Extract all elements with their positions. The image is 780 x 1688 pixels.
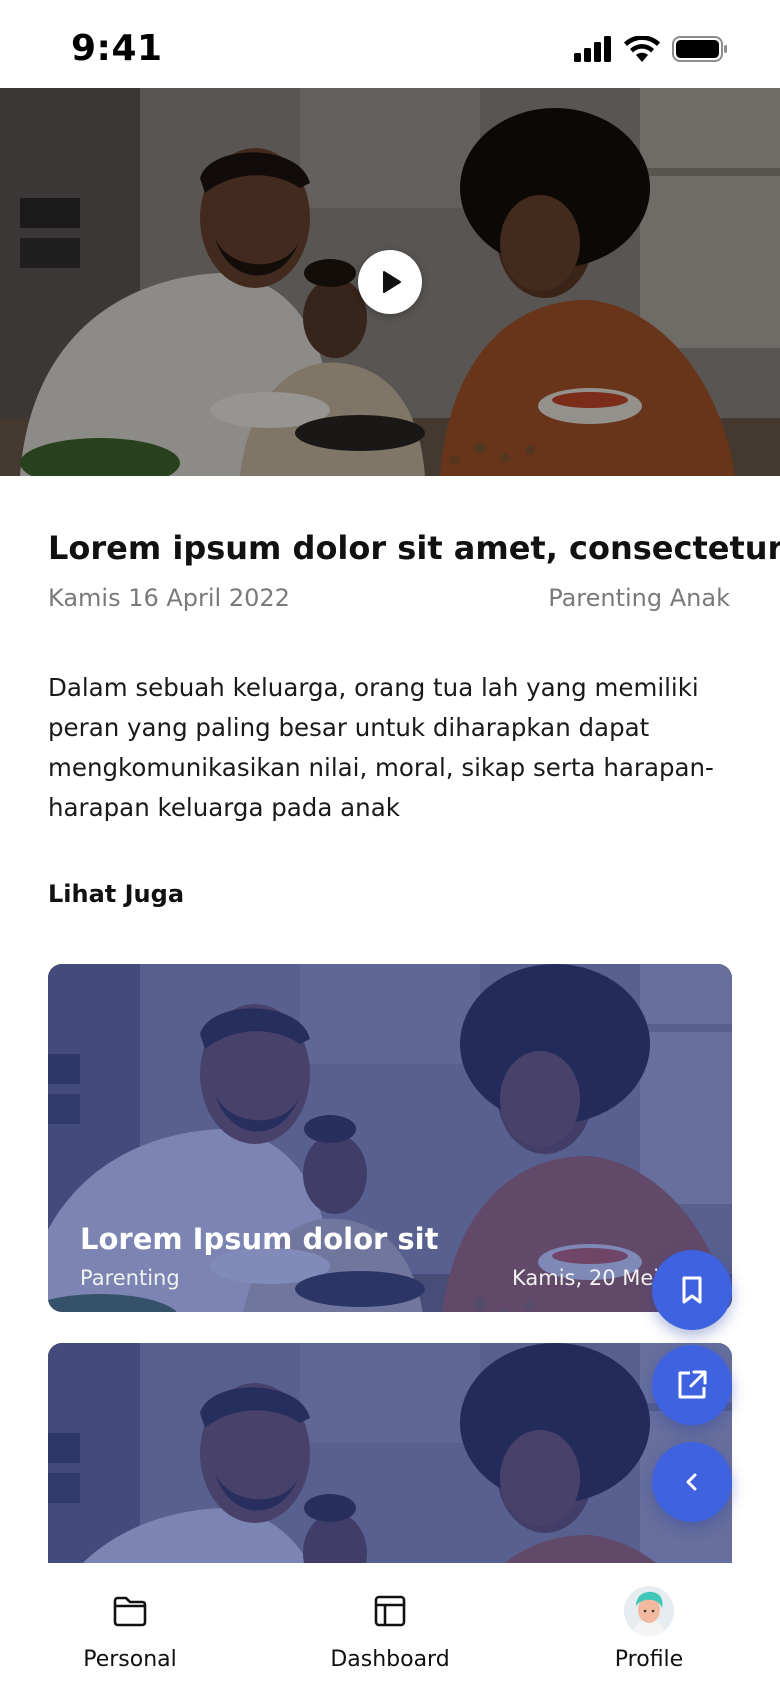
nav-label-profile: Profile <box>614 1647 684 1672</box>
status-bar: 9:41 <box>0 0 780 88</box>
bookmark-icon <box>682 1276 702 1304</box>
related-article-card[interactable] <box>48 1343 732 1563</box>
article-title: Lorem ipsum dolor sit amet, consectetur <box>48 529 780 567</box>
bottom-nav: Personal Dashboard Profile <box>0 1563 780 1688</box>
chevron-left-icon <box>686 1473 697 1491</box>
article-body: Dalam sebuah keluarga, orang tua lah yan… <box>48 673 714 822</box>
nav-label-personal: Personal <box>83 1647 177 1672</box>
article-date: Kamis 16 April 2022 <box>48 584 290 612</box>
back-button[interactable] <box>652 1442 732 1522</box>
battery-icon <box>672 36 728 66</box>
hero-video[interactable] <box>0 88 780 476</box>
article-category[interactable]: Parenting Anak <box>548 584 730 612</box>
nav-label-dashboard: Dashboard <box>330 1647 450 1672</box>
card-category: Parenting <box>80 1266 180 1290</box>
related-article-card[interactable]: Lorem Ipsum dolor sit Parenting Kamis, 2… <box>48 964 732 1312</box>
status-time: 9:41 <box>71 28 163 69</box>
nav-item-dashboard[interactable]: Dashboard <box>290 1563 490 1688</box>
card-overlay <box>48 1343 732 1563</box>
article-meta: Kamis 16 April 2022 Parenting Anak <box>48 584 730 612</box>
see-also-heading: Lihat Juga <box>48 880 185 908</box>
nav-item-profile[interactable]: Profile <box>549 1563 749 1688</box>
nav-item-personal[interactable]: Personal <box>30 1563 230 1688</box>
folder-icon <box>104 1585 156 1637</box>
cellular-signal-icon <box>574 36 612 66</box>
avatar <box>624 1586 674 1636</box>
status-icons <box>574 35 728 66</box>
play-button[interactable] <box>358 250 422 314</box>
card-overlay <box>48 964 732 1312</box>
share-button[interactable] <box>652 1345 732 1425</box>
layout-icon <box>364 1585 416 1637</box>
card-title: Lorem Ipsum dolor sit <box>80 1222 439 1256</box>
wifi-icon <box>624 35 660 66</box>
bookmark-button[interactable] <box>652 1250 732 1330</box>
play-icon <box>383 271 401 293</box>
share-icon <box>678 1370 707 1399</box>
